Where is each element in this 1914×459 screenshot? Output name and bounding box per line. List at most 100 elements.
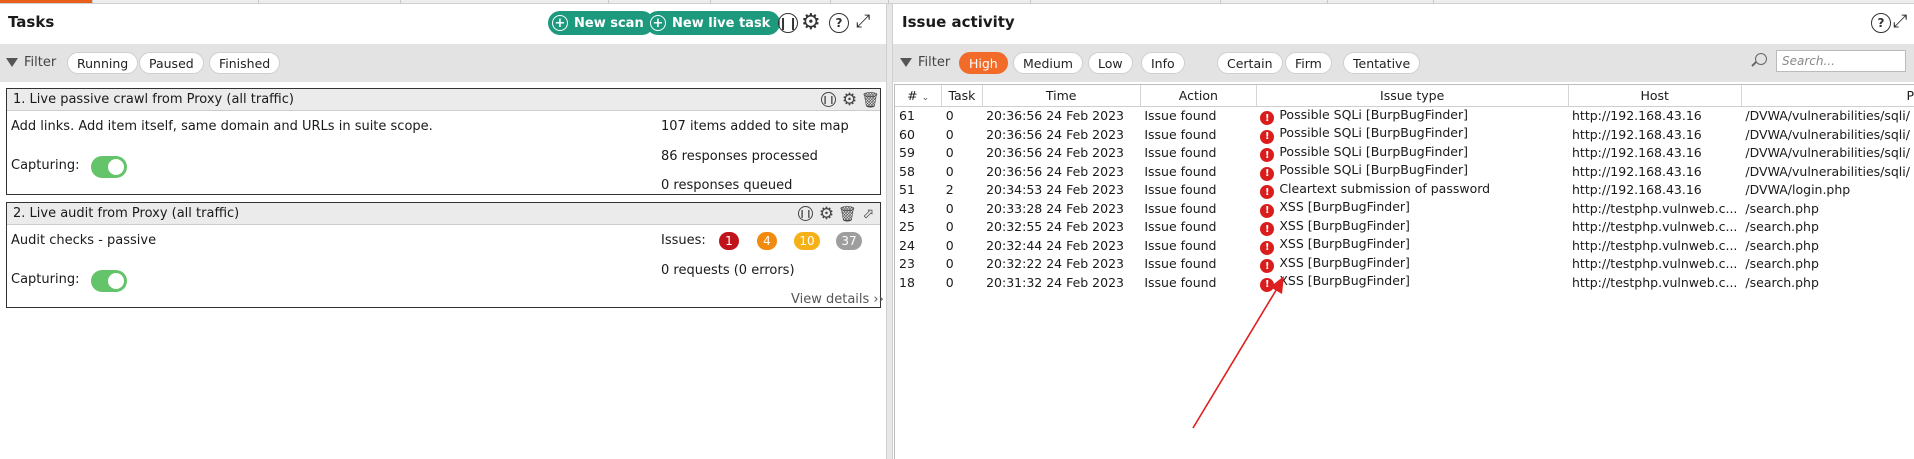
- issue-host: http://testphp.vulnweb.c...: [1572, 274, 1738, 290]
- task-card-header: 2. Live audit from Proxy (all traffic) ❙…: [7, 203, 880, 225]
- filter-finished-chip[interactable]: Finished: [209, 52, 281, 74]
- issue-row[interactable]: 18 0 20:31:32 24 Feb 2023 Issue found! XSS […: [895, 273, 1914, 292]
- capturing-toggle[interactable]: [91, 156, 127, 178]
- issue-path: /DVWA/vulnerabilities/sqli/: [1745, 145, 1910, 161]
- issue-type-label: Possible SQLi [BurpBugFinder]: [1279, 106, 1469, 122]
- requests-count: 0 requests (0 errors): [661, 263, 795, 278]
- badge-high-count[interactable]: 1: [719, 232, 739, 250]
- expand-icon[interactable]: ⤢: [1893, 11, 1907, 32]
- plus-icon: +: [650, 15, 666, 31]
- issue-time: 20:32:55 24 Feb 2023: [986, 219, 1124, 235]
- issue-time: 20:36:56 24 Feb 2023: [986, 126, 1124, 142]
- filter-paused-chip[interactable]: Paused: [139, 52, 204, 74]
- issue-time: 20:34:53 24 Feb 2023: [986, 182, 1124, 198]
- task-card-live-audit[interactable]: 2. Live audit from Proxy (all traffic) ❙…: [6, 202, 884, 308]
- delete-task-icon[interactable]: 🗑: [838, 205, 857, 223]
- pause-task-icon[interactable]: ❙❙: [820, 91, 837, 108]
- filter-label: Filter: [918, 55, 951, 70]
- panel-divider[interactable]: [886, 4, 893, 459]
- badge-low-count[interactable]: 10: [794, 232, 820, 250]
- funnel-icon: [900, 58, 912, 67]
- issue-host: http://192.168.43.16: [1572, 163, 1702, 179]
- help-icon[interactable]: ?: [829, 13, 849, 33]
- capturing-toggle[interactable]: [91, 270, 127, 292]
- badge-info-count[interactable]: 37: [836, 232, 862, 250]
- issue-row[interactable]: 43 0 20:33:28 24 Feb 2023 Issue found! XSS […: [895, 199, 1914, 218]
- new-live-task-button[interactable]: + New live task: [646, 11, 781, 35]
- issue-path: /DVWA/login.php: [1745, 182, 1851, 198]
- badge-medium-count[interactable]: 4: [757, 232, 777, 250]
- help-icon[interactable]: ?: [1871, 13, 1891, 33]
- funnel-icon: [6, 58, 18, 67]
- task-stat-items-added: 107 items added to site map: [661, 119, 849, 134]
- issues-filter-button[interactable]: Filter: [900, 55, 950, 70]
- filter-info-chip[interactable]: Info: [1141, 52, 1185, 74]
- new-scan-button[interactable]: + New scan: [548, 11, 654, 35]
- issue-row[interactable]: 25 0 20:32:55 24 Feb 2023 Issue found! XSS […: [895, 217, 1914, 236]
- issue-row[interactable]: 58 0 20:36:56 24 Feb 2023 Issue found! Possi…: [895, 162, 1914, 181]
- delete-task-icon[interactable]: 🗑: [861, 91, 880, 109]
- issue-row[interactable]: 61 0 20:36:56 24 Feb 2023 Issue found! Possi…: [895, 106, 1914, 125]
- filter-high-chip[interactable]: High: [959, 52, 1008, 74]
- gear-icon[interactable]: ⚙: [801, 10, 821, 35]
- issue-time: 20:32:44 24 Feb 2023: [986, 237, 1124, 253]
- issues-label: Issues:: [661, 233, 706, 248]
- new-live-task-label: New live task: [672, 15, 771, 31]
- high-severity-icon: !: [1260, 129, 1275, 144]
- column-header-action[interactable]: Action: [1140, 85, 1257, 107]
- pause-all-icon[interactable]: ❙❙: [778, 13, 798, 33]
- column-header-path[interactable]: P: [1741, 85, 1914, 107]
- issue-task: 0: [945, 145, 954, 161]
- issue-row[interactable]: 24 0 20:32:44 24 Feb 2023 Issue found! XSS […: [895, 236, 1914, 255]
- issue-type: ! XSS [BurpBugFinder]: [1256, 199, 1568, 218]
- issue-number: 51: [899, 182, 915, 198]
- column-header-task[interactable]: Task: [941, 85, 983, 107]
- task-settings-gear-icon[interactable]: ⚙: [841, 90, 858, 110]
- issue-type: ! Possible SQLi [BurpBugFinder]: [1256, 143, 1568, 162]
- tasks-filter-button[interactable]: Filter: [6, 55, 56, 70]
- filter-low-chip[interactable]: Low: [1088, 52, 1133, 74]
- issue-host: http://192.168.43.16: [1572, 145, 1702, 161]
- issue-row[interactable]: 51 2 20:34:53 24 Feb 2023 Issue found! Clear…: [895, 180, 1914, 199]
- issue-action: Issue found: [1144, 256, 1217, 272]
- capturing-label: Capturing:: [11, 158, 80, 173]
- issue-type: ! XSS [BurpBugFinder]: [1256, 236, 1568, 255]
- issue-task: 0: [945, 256, 954, 272]
- issue-row[interactable]: 60 0 20:36:56 24 Feb 2023 Issue found! Possi…: [895, 125, 1914, 144]
- high-severity-icon: !: [1260, 240, 1275, 255]
- issue-type-label: XSS [BurpBugFinder]: [1279, 273, 1410, 288]
- issue-task: 0: [945, 237, 954, 253]
- tasks-title: Tasks: [8, 13, 55, 31]
- issue-row[interactable]: 59 0 20:36:56 24 Feb 2023 Issue found! Possi…: [895, 143, 1914, 162]
- issue-type-label: Cleartext submission of password: [1279, 180, 1491, 196]
- issue-path: /search.php: [1745, 256, 1819, 272]
- task-settings-gear-icon[interactable]: ⚙: [818, 204, 835, 224]
- issue-path: /DVWA/vulnerabilities/sqli/: [1745, 163, 1910, 179]
- high-severity-icon: !: [1260, 259, 1275, 273]
- issue-row[interactable]: 23 0 20:32:22 24 Feb 2023 Issue found! XSS […: [895, 255, 1914, 273]
- issue-number: 24: [899, 237, 915, 253]
- issue-type-label: XSS [BurpBugFinder]: [1279, 217, 1410, 233]
- open-task-icon[interactable]: ⬀: [860, 205, 877, 222]
- issue-search-input[interactable]: Search...: [1776, 50, 1906, 72]
- column-header-host[interactable]: Host: [1568, 85, 1742, 107]
- column-header-time[interactable]: Time: [982, 85, 1141, 107]
- task-title: 1. Live passive crawl from Proxy (all tr…: [13, 92, 294, 107]
- issue-time: 20:33:28 24 Feb 2023: [986, 200, 1124, 216]
- view-details-link[interactable]: View details ››: [791, 292, 884, 307]
- filter-medium-chip[interactable]: Medium: [1013, 52, 1083, 74]
- issue-number: 23: [899, 256, 915, 272]
- filter-certain-chip[interactable]: Certain: [1217, 52, 1283, 74]
- filter-tentative-chip[interactable]: Tentative: [1343, 52, 1421, 74]
- column-header-number[interactable]: # ⌄: [895, 85, 943, 107]
- issue-type: ! Possible SQLi [BurpBugFinder]: [1256, 106, 1568, 125]
- pause-task-icon[interactable]: ❙❙: [797, 205, 814, 222]
- column-header-issue-type[interactable]: Issue type: [1256, 85, 1569, 107]
- issue-type-label: Possible SQLi [BurpBugFinder]: [1279, 143, 1469, 159]
- expand-icon[interactable]: ⤢: [856, 11, 870, 32]
- issue-number: 59: [899, 145, 915, 161]
- task-card-passive-crawl[interactable]: 1. Live passive crawl from Proxy (all tr…: [6, 88, 881, 195]
- filter-running-chip[interactable]: Running: [67, 52, 139, 74]
- issue-action: Issue found: [1144, 182, 1217, 198]
- filter-firm-chip[interactable]: Firm: [1285, 52, 1332, 74]
